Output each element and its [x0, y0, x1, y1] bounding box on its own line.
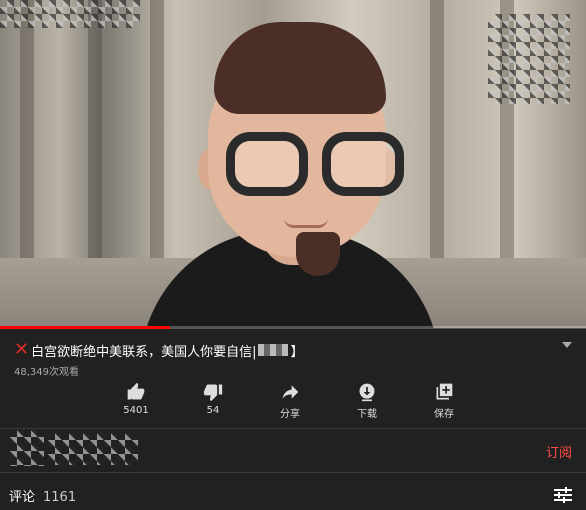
redacted-watermark [0, 0, 140, 28]
video-player[interactable] [0, 0, 586, 328]
cross-mark-icon: ✕ [14, 339, 30, 360]
save-playlist-icon [436, 383, 453, 400]
dislike-count: 54 [206, 405, 220, 416]
divider [0, 428, 586, 429]
comments-label: 评论 [9, 490, 36, 505]
download-icon [359, 383, 375, 402]
save-label: 保存 [434, 409, 454, 420]
channel-name-redacted[interactable] [48, 433, 138, 465]
video-title-suffix: 】 [290, 344, 304, 360]
like-count: 5401 [123, 405, 149, 416]
avatar-glasses [226, 132, 406, 202]
download-label: 下载 [357, 409, 377, 420]
channel-avatar[interactable] [10, 430, 44, 466]
redacted-text [258, 344, 289, 356]
expand-chevron-icon[interactable] [562, 342, 572, 348]
save-button[interactable]: 保存 [412, 382, 476, 422]
video-title: 白宫欲断绝中美联系，美国人你要自信| [31, 344, 257, 360]
share-button[interactable]: 分享 [258, 382, 322, 422]
subscribe-button[interactable]: 订阅 [546, 442, 572, 461]
thumbs-up-icon [127, 382, 145, 400]
avatar-hair [214, 22, 386, 114]
comments-count: 1161 [43, 490, 77, 505]
share-label: 分享 [280, 409, 300, 420]
thumbs-down-icon [203, 384, 223, 402]
view-count: 48,349次观看 [14, 367, 79, 378]
like-button[interactable]: 5401 [104, 382, 168, 422]
download-button[interactable]: 下载 [335, 382, 399, 422]
video-title-row[interactable]: ✕ 白宫欲断绝中美联系，美国人你要自信| 】 [14, 340, 574, 360]
glasses-lens [226, 132, 308, 196]
divider [0, 472, 586, 473]
progress-fill [0, 326, 170, 329]
avatar-beard [296, 232, 340, 276]
dislike-button[interactable]: 54 [181, 382, 245, 422]
progress-bar[interactable] [0, 326, 586, 329]
glasses-lens [322, 132, 404, 196]
redacted-logo [488, 14, 570, 104]
action-bar: 5401 54 分享 下载 保存 [104, 382, 476, 422]
share-icon [282, 385, 299, 399]
avatar-smile [284, 218, 328, 228]
sort-filter-icon[interactable] [554, 487, 572, 503]
comments-header[interactable]: 评论 1161 [9, 486, 76, 505]
